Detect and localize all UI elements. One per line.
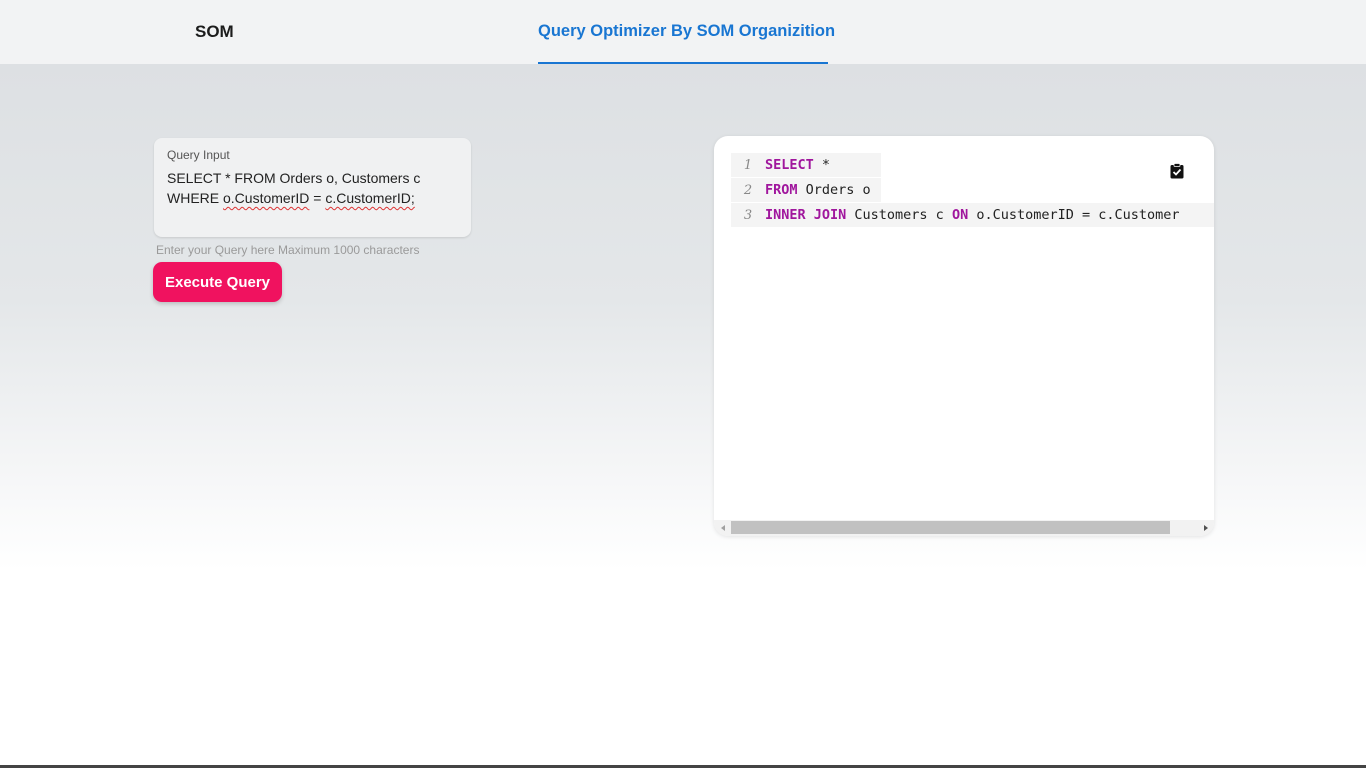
code-text: * [813, 157, 831, 173]
spellcheck-word: o.CustomerID [223, 190, 310, 206]
spellcheck-word: c.CustomerID; [325, 190, 415, 206]
code-text: o.CustomerID = c.Customer [968, 207, 1180, 223]
query-line-2: WHERE o.CustomerID = c.CustomerID; [167, 188, 462, 208]
code-line: 2 FROM Orders o [731, 178, 881, 202]
tab-label: Query Optimizer By SOM Organizition [538, 22, 836, 40]
query-input-value[interactable]: SELECT * FROM Orders o, Customers c WHER… [167, 168, 462, 208]
code-line: 3 INNER JOIN Customers c ON o.CustomerID … [731, 203, 1214, 227]
sql-keyword: SELECT [765, 157, 814, 173]
query-line-2-mid: = [309, 190, 326, 206]
clipboard-check-icon[interactable] [1170, 163, 1184, 179]
sql-keyword: FROM [765, 182, 798, 198]
code-line: 1 SELECT * [731, 153, 881, 177]
query-input-label: Query Input [167, 148, 230, 162]
scroll-left-arrow-icon[interactable] [718, 523, 728, 533]
query-line-2-prefix: WHERE [167, 190, 223, 206]
query-line-1: SELECT * FROM Orders o, Customers c [167, 170, 421, 186]
line-number: 2 [743, 183, 753, 198]
top-navigation-bar: SOM Query Optimizer By SOM Organizition [0, 0, 1366, 64]
scrollbar-thumb[interactable] [731, 521, 1170, 534]
sql-keyword: INNER JOIN [765, 207, 847, 223]
query-input-field[interactable]: Query Input SELECT * FROM Orders o, Cust… [154, 138, 471, 237]
optimized-query-output: 1 SELECT * 2 FROM Orders o 3 INNER JOIN Cus… [714, 136, 1214, 536]
brand-logo-text[interactable]: SOM [195, 22, 234, 42]
code-text: Customers c [846, 207, 952, 223]
horizontal-scrollbar[interactable] [714, 520, 1214, 536]
query-helper-text: Enter your Query here Maximum 1000 chara… [156, 243, 420, 257]
code-text: Orders o [797, 182, 871, 198]
scroll-right-arrow-icon[interactable] [1201, 523, 1211, 533]
tab-query-optimizer[interactable]: Query Optimizer By SOM Organizition [538, 0, 835, 64]
line-number: 3 [743, 208, 753, 223]
execute-query-button[interactable]: Execute Query [153, 262, 282, 302]
line-number: 1 [743, 158, 753, 173]
sql-keyword: ON [951, 207, 969, 223]
